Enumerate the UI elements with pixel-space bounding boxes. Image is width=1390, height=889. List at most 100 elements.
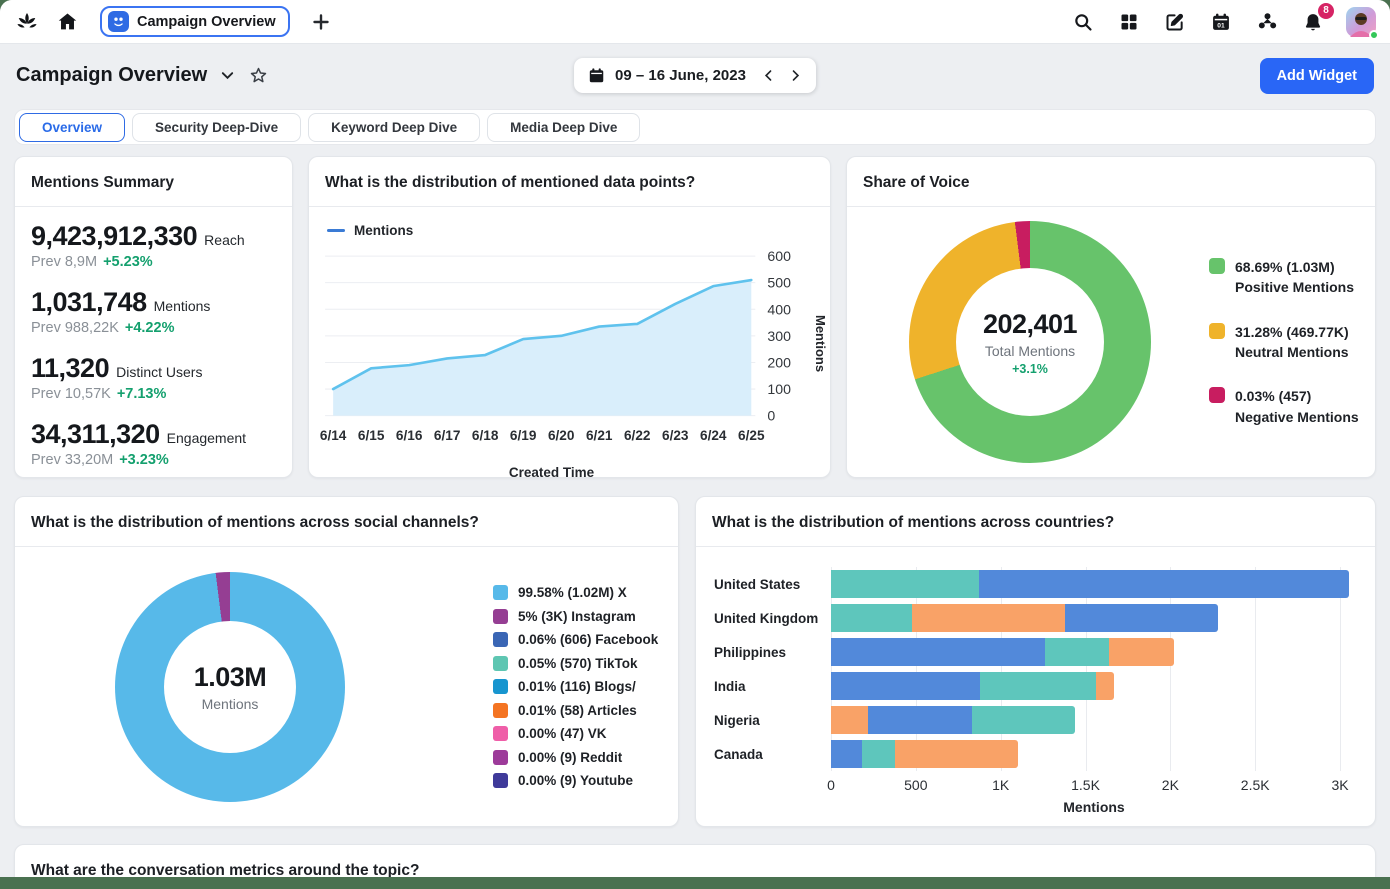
metric-mentions: 1,031,748MentionsPrev 988,22K+4.22% — [31, 287, 276, 336]
legend-item-tiktok[interactable]: 0.05% (570) TikTok — [493, 656, 658, 671]
bar-segment-teal — [1045, 638, 1109, 666]
country-label: United Kingdom — [714, 601, 831, 635]
bar-segment-orange — [1109, 638, 1173, 666]
legend-label: 0.00% (9) Reddit — [518, 750, 622, 765]
view-tab-media-deep-dive[interactable]: Media Deep Dive — [487, 113, 640, 142]
bar-segment-teal — [831, 570, 979, 598]
x-axis-title: Created Time — [308, 465, 824, 478]
bar-segment-teal — [831, 604, 912, 632]
legend-item-x[interactable]: 99.58% (1.02M) X — [493, 585, 658, 600]
legend-item-blogs-[interactable]: 0.01% (116) Blogs/ — [493, 679, 658, 694]
legend-item-youtube[interactable]: 0.00% (9) Youtube — [493, 773, 658, 788]
countries-plot: 05001K1.5K2K2.5K3K — [831, 567, 1357, 797]
bar-segment-orange — [895, 740, 1017, 768]
audience-network-icon[interactable] — [1254, 9, 1280, 35]
brand-logo-icon[interactable] — [14, 9, 40, 35]
date-calendar-icon — [588, 67, 605, 84]
countries-distribution-card: What is the distribution of mentions acr… — [695, 496, 1376, 827]
country-label: United States — [714, 567, 831, 601]
svg-text:600: 600 — [767, 248, 791, 264]
dashboard-tabs-bar: OverviewSecurity Deep-DiveKeyword Deep D… — [14, 109, 1376, 145]
country-label: India — [714, 669, 831, 703]
apps-grid-icon[interactable] — [1116, 9, 1142, 35]
country-labels: United StatesUnited KingdomPhilippinesIn… — [714, 567, 831, 797]
svg-text:500: 500 — [767, 275, 791, 291]
favorite-star-icon[interactable] — [247, 63, 269, 89]
bar-segment-orange — [831, 706, 868, 734]
widget-title: What is the distribution of mentions acr… — [31, 514, 479, 531]
channels-legend: 99.58% (1.02M) X 5% (3K) Instagram 0.06% (… — [493, 585, 658, 788]
share-of-voice-donut: 202,401 Total Mentions +3.1% — [909, 221, 1151, 463]
legend-item-neutral-mentions[interactable]: 31.28% (469.77K)Neutral Mentions — [1209, 322, 1359, 363]
metric-delta: +5.23% — [103, 254, 153, 270]
home-icon[interactable] — [54, 9, 80, 35]
legend-percent: 31.28% (469.77K) — [1235, 322, 1349, 342]
new-tab-plus-icon[interactable] — [308, 9, 334, 35]
compose-icon[interactable] — [1162, 9, 1188, 35]
legend-label: 0.00% (9) Youtube — [518, 773, 633, 788]
conversation-metrics-card: What are the conversation metrics around… — [14, 844, 1376, 877]
metric-value: 1,031,748 — [31, 287, 147, 318]
legend-item-articles[interactable]: 0.01% (58) Articles — [493, 703, 658, 718]
tab-title: Campaign Overview — [137, 14, 276, 30]
date-next-chevron-icon[interactable] — [789, 69, 802, 82]
legend-item-facebook[interactable]: 0.06% (606) Facebook — [493, 632, 658, 647]
legend-swatch-icon — [493, 585, 508, 600]
x-axis-ticks: 05001K1.5K2K2.5K3K — [831, 771, 1357, 797]
mentions-trend-card: What is the distribution of mentioned da… — [308, 156, 831, 478]
mentions-trend-chart: Mentions 01002003004005006006/146/156/16… — [309, 207, 830, 478]
bar-segment-teal — [980, 672, 1095, 700]
country-label: Philippines — [714, 635, 831, 669]
legend-item-negative-mentions[interactable]: 0.03% (457)Negative Mentions — [1209, 386, 1359, 427]
svg-text:6/21: 6/21 — [586, 428, 613, 443]
legend-label: Neutral Mentions — [1235, 342, 1349, 362]
view-tab-keyword-deep-dive[interactable]: Keyword Deep Dive — [308, 113, 480, 142]
legend-swatch-icon — [493, 726, 508, 741]
svg-text:6/17: 6/17 — [434, 428, 461, 443]
calendar-icon[interactable]: 01 — [1208, 9, 1234, 35]
dashboard-tab-icon — [108, 11, 129, 32]
notifications-bell-icon[interactable]: 8 — [1300, 9, 1326, 35]
bar-segment-orange — [912, 604, 1065, 632]
x-tick: 2K — [1162, 777, 1179, 793]
user-avatar[interactable] — [1346, 7, 1376, 37]
search-icon[interactable] — [1070, 9, 1096, 35]
date-prev-chevron-icon[interactable] — [762, 69, 775, 82]
channels-donut: 1.03M Mentions — [115, 572, 345, 802]
legend-item-positive-mentions[interactable]: 68.69% (1.03M)Positive Mentions — [1209, 257, 1359, 298]
legend-item-mentions[interactable]: Mentions — [319, 219, 413, 248]
legend-swatch-icon — [493, 656, 508, 671]
metric-value: 34,311,320 — [31, 419, 160, 450]
metric-label: Distinct Users — [116, 364, 202, 380]
legend-label: Positive Mentions — [1235, 277, 1354, 297]
legend-label: 99.58% (1.02M) X — [518, 585, 627, 600]
bar-row-united-kingdom — [831, 601, 1357, 635]
x-tick: 0 — [827, 777, 835, 793]
date-range-picker[interactable]: 09 – 16 June, 2023 — [574, 58, 816, 93]
open-tab-campaign-overview[interactable]: Campaign Overview — [100, 6, 290, 37]
legend-swatch-icon — [1209, 387, 1225, 403]
total-mentions-value: 202,401 — [983, 309, 1077, 340]
x-tick: 1K — [992, 777, 1009, 793]
svg-text:6/15: 6/15 — [358, 428, 385, 443]
legend-item-reddit[interactable]: 0.00% (9) Reddit — [493, 750, 658, 765]
y-axis-title: Mentions — [813, 315, 828, 372]
legend-label: Mentions — [354, 223, 413, 238]
legend-percent: 0.03% (457) — [1235, 386, 1359, 406]
page-header: Campaign Overview 09 – 16 June, 2023 Add… — [0, 44, 1390, 107]
widget-title: What is the distribution of mentioned da… — [325, 174, 695, 191]
metric-delta: +3.23% — [119, 452, 169, 468]
metric-reach: 9,423,912,330ReachPrev 8,9M+5.23% — [31, 221, 276, 270]
legend-item-vk[interactable]: 0.00% (47) VK — [493, 726, 658, 741]
add-widget-button[interactable]: Add Widget — [1260, 58, 1374, 94]
svg-text:6/24: 6/24 — [700, 428, 727, 443]
view-tab-overview[interactable]: Overview — [19, 113, 125, 142]
widget-title: Mentions Summary — [31, 174, 174, 191]
legend-item-instagram[interactable]: 5% (3K) Instagram — [493, 609, 658, 624]
area-chart-plot: 01002003004005006006/146/156/166/176/186… — [319, 248, 824, 463]
legend-label: 0.06% (606) Facebook — [518, 632, 658, 647]
dashboard-switcher-chevron-down-icon[interactable] — [217, 63, 237, 89]
widget-title: Share of Voice — [863, 174, 970, 191]
view-tab-security-deep-dive[interactable]: Security Deep-Dive — [132, 113, 301, 142]
legend-label: 0.01% (116) Blogs/ — [518, 679, 636, 694]
